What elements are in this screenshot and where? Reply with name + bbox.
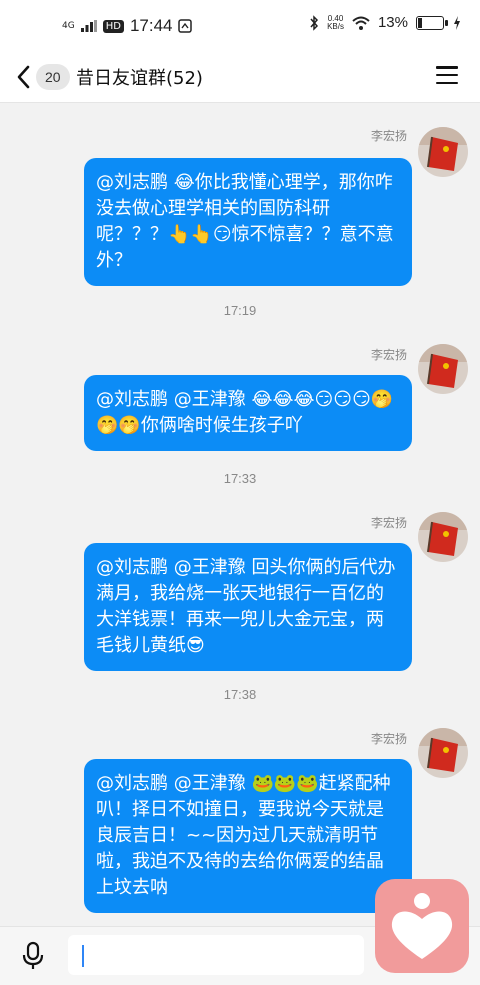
- status-time: 17:44: [129, 16, 173, 35]
- back-arrow-icon[interactable]: [14, 64, 34, 90]
- status-bar: 4G HD 17:44 0.40 KB/s 13%: [0, 0, 480, 52]
- message-bubble[interactable]: @刘志鹏 😂你比我懂心理学，那你咋没去做心理学相关的国防科研呢？？？👆👆😏惊不惊…: [84, 158, 412, 286]
- sender-name: 李宏扬: [370, 516, 407, 530]
- menu-icon[interactable]: [436, 66, 458, 86]
- message-list[interactable]: 李宏扬 @刘志鹏 😂你比我懂心理学，那你咋没去做心理学相关的国防科研呢？？？👆👆…: [0, 103, 480, 926]
- battery-percent: 13%: [377, 14, 408, 31]
- message-bubble[interactable]: @刘志鹏 @王津豫 回头你俩的后代办满月，我给烧一张天地银行一百亿的大洋钱票！再…: [84, 543, 412, 671]
- floating-app-button[interactable]: [375, 879, 469, 973]
- charging-icon: [454, 15, 460, 30]
- heart-icon: [391, 893, 453, 959]
- avatar[interactable]: [418, 344, 468, 394]
- avatar[interactable]: [418, 512, 468, 562]
- status-right: 0.40 KB/s 13%: [309, 14, 462, 31]
- unread-count-badge[interactable]: 20: [36, 64, 70, 90]
- message-bubble[interactable]: @刘志鹏 @王津豫 🐸🐸🐸赶紧配种叭！择日不如撞日，要我说今天就是良辰吉日！~~…: [84, 759, 412, 913]
- message-bubble[interactable]: @刘志鹏 @王津豫 😂😂😂😏😏😏🤭🤭🤭你俩啥时候生孩子吖: [84, 375, 412, 451]
- signal-icon: [80, 20, 97, 32]
- net-speed: 0.40 KB/s: [327, 13, 344, 31]
- message-input[interactable]: [68, 935, 364, 975]
- sender-name: 李宏扬: [370, 732, 407, 746]
- chat-header: 20 昔日友谊群(52): [0, 52, 480, 103]
- sender-name: 李宏扬: [370, 348, 407, 362]
- timestamp: 17:33: [223, 471, 257, 486]
- timestamp: 17:19: [223, 303, 257, 318]
- battery-icon: [416, 15, 448, 30]
- network-indicator: 4G: [62, 21, 75, 31]
- sender-name: 李宏扬: [370, 129, 407, 143]
- status-left: 4G HD 17:44: [62, 16, 193, 36]
- hd-badge: HD: [102, 19, 124, 33]
- avatar[interactable]: [418, 728, 468, 778]
- mic-icon[interactable]: [20, 941, 46, 971]
- timestamp: 17:38: [223, 687, 257, 702]
- screenshot-icon: [178, 19, 193, 33]
- bluetooth-icon: [310, 14, 319, 31]
- wifi-icon: [352, 16, 370, 30]
- text-cursor: [82, 945, 84, 967]
- avatar[interactable]: [418, 127, 468, 177]
- chat-title: 昔日友谊群(52): [76, 68, 203, 89]
